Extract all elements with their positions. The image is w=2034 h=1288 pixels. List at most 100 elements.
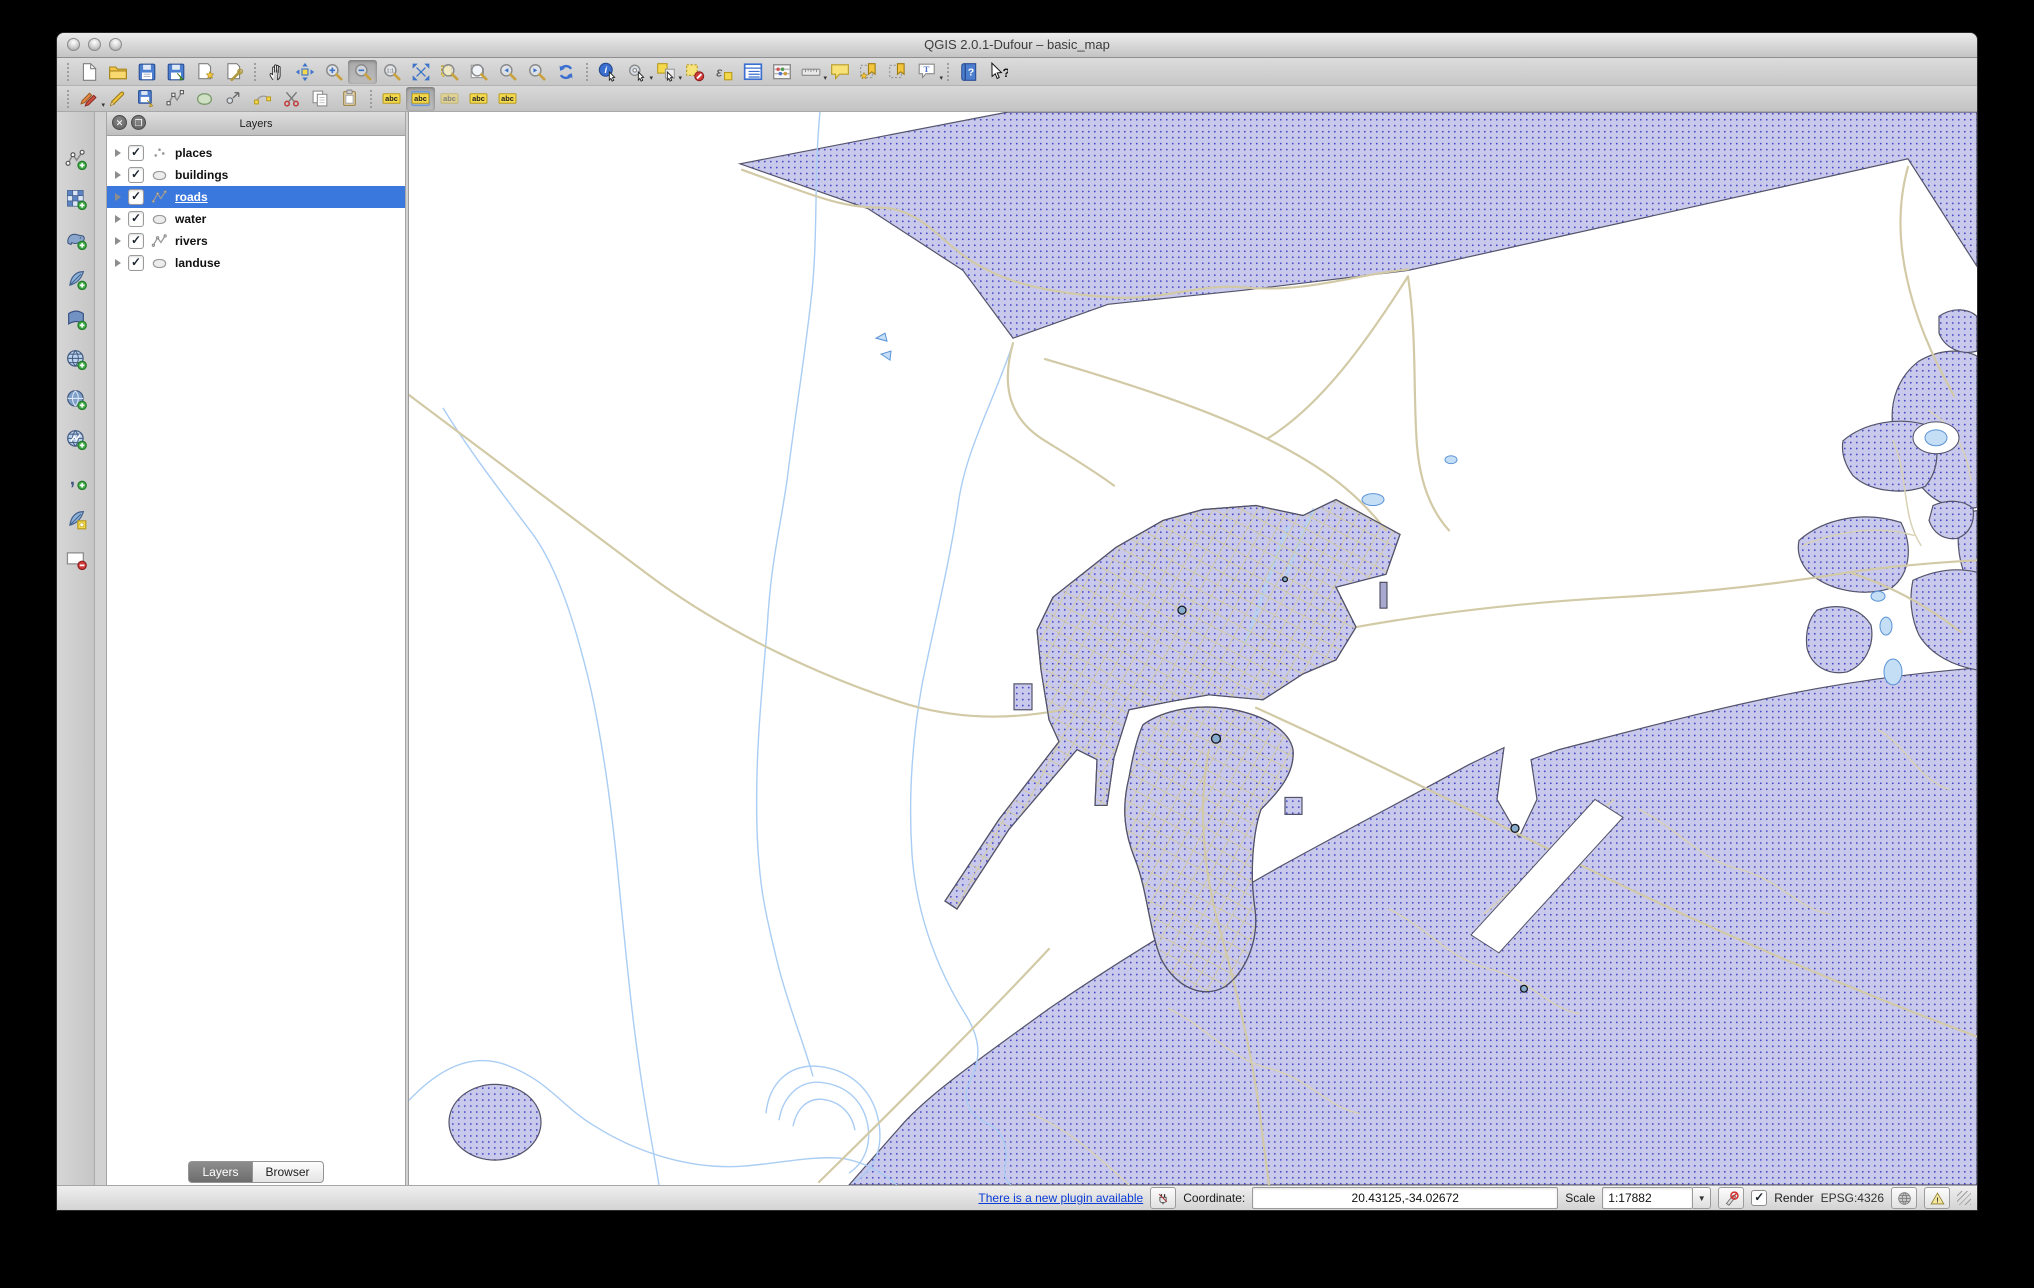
save-layer-edits-button[interactable] [132,87,161,111]
select-by-expression-button[interactable]: ε [709,60,738,84]
title-bar[interactable]: QGIS 2.0.1-Dufour – basic_map [57,33,1977,58]
minimize-window-button[interactable] [88,38,101,51]
move-label-button[interactable]: abc [464,87,493,111]
layer-item-rivers[interactable]: ✓ rivers [107,230,405,252]
zoom-next-button[interactable] [522,60,551,84]
new-bookmark-button[interactable] [854,60,883,84]
coordinate-input[interactable] [1252,1187,1559,1209]
plugin-update-link[interactable]: There is a new plugin available [978,1191,1143,1205]
pan-map-button[interactable] [261,60,290,84]
text-annotation-button[interactable]: T ▾ [912,60,943,84]
zoom-out-button[interactable] [348,59,377,84]
save-project-as-button[interactable] [161,60,190,84]
add-postgis-layer-button[interactable] [62,226,90,252]
layers-panel-header[interactable]: ✕ ❐ Layers [107,112,405,136]
add-polygon-feature-button[interactable] [190,87,219,111]
buildings-layer [1379,581,1388,609]
dropdown-arrow-icon[interactable]: ▾ [939,75,943,82]
add-wms-layer-button[interactable] [62,346,90,372]
tab-browser[interactable]: Browser [251,1161,324,1183]
toggle-editing-button[interactable] [103,87,132,111]
paste-features-button[interactable] [335,87,364,111]
layer-item-places[interactable]: ✓ places [107,142,405,164]
layer-visibility-checkbox[interactable]: ✓ [128,255,144,271]
composer-manager-button[interactable] [219,60,248,84]
open-project-button[interactable] [103,60,132,84]
layer-visibility-checkbox[interactable]: ✓ [128,167,144,183]
layer-visibility-checkbox[interactable]: ✓ [128,145,144,161]
close-window-button[interactable] [67,38,80,51]
panel-close-icon[interactable]: ✕ [112,115,127,130]
help-contents-button[interactable]: ? [954,60,983,84]
save-project-button[interactable] [132,60,161,84]
layer-item-roads[interactable]: ✓ roads [107,186,405,208]
new-print-composer-button[interactable] [190,60,219,84]
polygon-geometry-icon [151,255,168,272]
new-project-button[interactable] [74,60,103,84]
refresh-map-button[interactable] [551,60,580,84]
zoom-to-selection-button[interactable] [435,60,464,84]
expander-icon[interactable] [115,215,121,223]
layer-visibility-checkbox[interactable]: ✓ [128,233,144,249]
scale-label: Scale [1565,1191,1596,1205]
change-label-button[interactable]: abc [493,87,522,111]
panel-float-icon[interactable]: ❐ [131,115,146,130]
expander-icon[interactable] [115,193,121,201]
copy-features-button[interactable] [306,87,335,111]
resize-grip[interactable] [1957,1191,1971,1205]
tab-layers[interactable]: Layers [188,1161,252,1183]
zoom-full-button[interactable] [406,60,435,84]
map-canvas[interactable] [409,112,1977,1185]
measure-button[interactable]: ▾ [796,60,827,84]
expander-icon[interactable] [115,171,121,179]
add-delimited-text-layer-button[interactable]: , [62,466,90,492]
add-raster-layer-button[interactable] [62,186,90,212]
field-calculator-button[interactable] [767,60,796,84]
layer-visibility-checkbox[interactable]: ✓ [128,189,144,205]
scale-input[interactable] [1602,1187,1694,1209]
layer-item-water[interactable]: ✓ water [107,208,405,230]
expander-icon[interactable] [115,149,121,157]
identify-features-button[interactable]: i [593,60,622,84]
add-feature-button[interactable] [161,87,190,111]
add-vector-layer-button[interactable] [62,146,90,172]
zoom-to-layer-button[interactable] [464,60,493,84]
plugin-icon[interactable] [1150,1187,1177,1209]
scale-dropdown-icon[interactable]: ▼ [1693,1187,1712,1209]
crs-status-button[interactable] [1891,1187,1917,1209]
new-spatialite-layer-button[interactable] [62,506,90,532]
current-edits-button[interactable]: ▾ [74,87,105,111]
move-feature-button[interactable] [219,87,248,111]
message-log-button[interactable]: ! [1924,1187,1950,1209]
add-wcs-layer-button[interactable] [62,386,90,412]
cut-features-button[interactable] [277,87,306,111]
run-feature-action-button[interactable]: ▾ [622,60,653,84]
select-features-button[interactable]: ▾ [651,60,682,84]
layer-item-buildings[interactable]: ✓ buildings [107,164,405,186]
render-checkbox[interactable]: ✓ [1751,1190,1768,1206]
zoom-window-button[interactable] [109,38,122,51]
pan-to-selection-button[interactable] [290,60,319,84]
map-tips-button[interactable] [825,60,854,84]
show-hide-labels-button[interactable]: abc [435,87,464,111]
add-mssql-layer-button[interactable] [62,306,90,332]
whats-this-button[interactable]: ? [983,60,1012,84]
layer-item-landuse[interactable]: ✓ landuse [107,252,405,274]
expander-icon[interactable] [115,259,121,267]
add-wfs-layer-button[interactable] [62,426,90,452]
open-attribute-table-button[interactable] [738,60,767,84]
zoom-native-button[interactable]: 1:1 [377,60,406,84]
node-tool-button[interactable] [248,87,277,111]
scale-combo[interactable]: ▼ [1602,1187,1712,1209]
show-bookmarks-button[interactable] [883,60,912,84]
zoom-last-button[interactable] [493,60,522,84]
remove-layer-button[interactable] [62,546,90,572]
add-spatialite-layer-button[interactable] [62,266,90,292]
layer-visibility-checkbox[interactable]: ✓ [128,211,144,227]
deselect-features-button[interactable] [680,60,709,84]
layer-labeling-button[interactable]: abc [377,87,406,111]
stop-render-button[interactable] [1718,1187,1745,1209]
expander-icon[interactable] [115,237,121,245]
pin-labels-button[interactable]: abc [406,86,435,111]
zoom-in-button[interactable] [319,60,348,84]
